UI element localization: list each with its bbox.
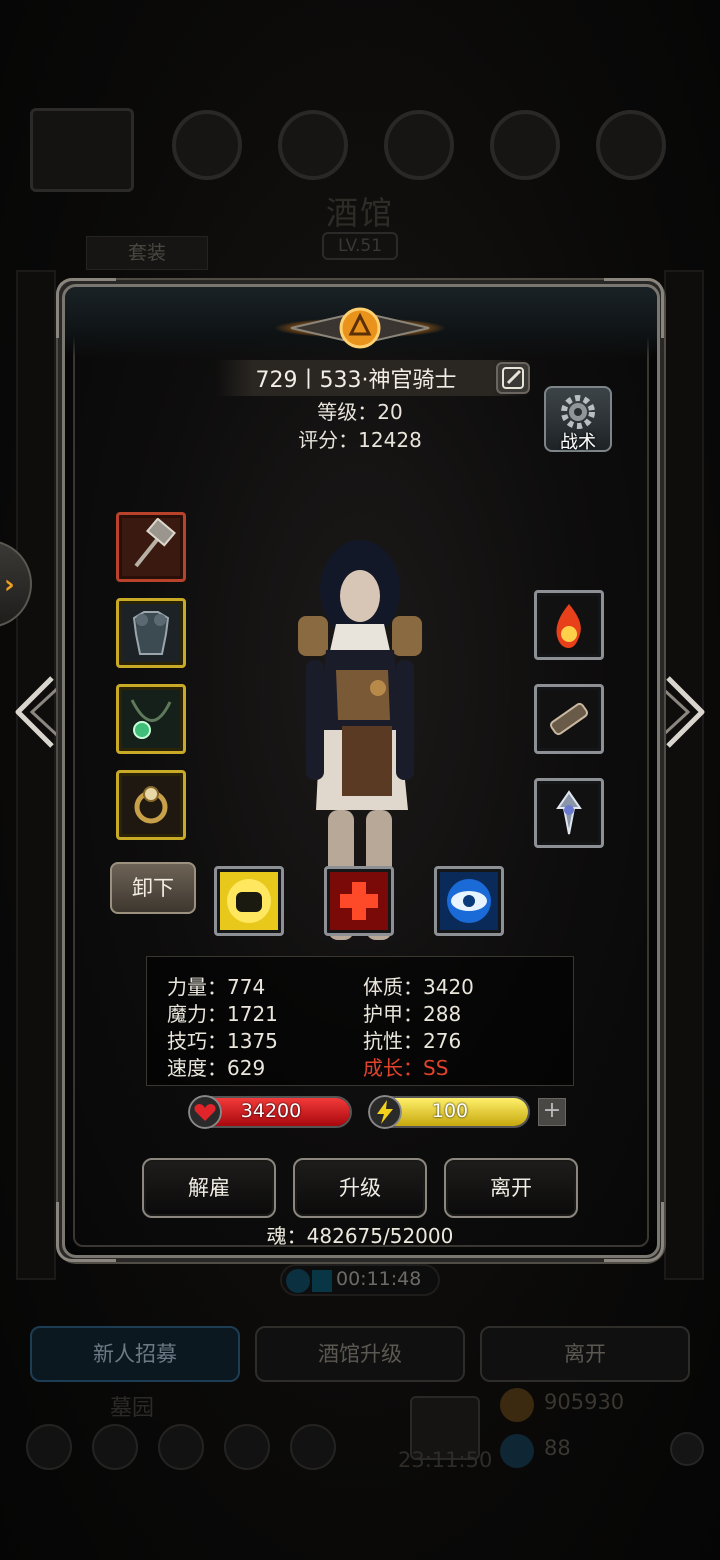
trinket-slot-1[interactable] — [534, 590, 604, 660]
bg-level-badge: LV.51 — [322, 232, 398, 260]
bg-plus-icon — [670, 1432, 704, 1466]
timer-progress — [312, 1270, 332, 1292]
heart-icon — [188, 1095, 222, 1129]
bg-menu-icon-2 — [92, 1424, 138, 1470]
bg-menu-icon-1 — [26, 1424, 72, 1470]
heal-cross-skill-icon — [330, 872, 388, 930]
bg-graveyard-label: 墓园 — [110, 1396, 155, 1421]
bg-title: 酒馆 — [325, 194, 394, 232]
stats-panel: 力量：774 魔力：1721 技巧：1375 速度：629 体质：3420 护甲… — [146, 956, 574, 1086]
tactics-label: 战术 — [560, 432, 596, 453]
leave-button[interactable]: 离开 — [444, 1158, 578, 1218]
fist-skill-icon — [220, 872, 278, 930]
chevron-right-icon: › — [4, 570, 15, 600]
weapon-slot[interactable] — [116, 512, 186, 582]
hero-name: 729丨533·神官骑士 — [255, 368, 457, 393]
bg-leave-button: 离开 — [480, 1326, 690, 1382]
eye-skill-icon — [440, 872, 498, 930]
fire-orb-icon — [540, 596, 598, 654]
bg-orb-2 — [278, 110, 348, 180]
bg-gold-amount: 905930 — [544, 1390, 625, 1414]
unequip-button[interactable]: 卸下 — [110, 862, 196, 914]
bg-orb-3 — [384, 110, 454, 180]
stat-resistance: 抗性：276 — [363, 1029, 462, 1053]
bg-gem-amount: 88 — [544, 1436, 571, 1460]
ring-icon — [122, 776, 180, 834]
lightning-icon — [368, 1095, 402, 1129]
hero-level: 等级：20 — [317, 400, 403, 424]
next-hero-arrow[interactable] — [660, 672, 712, 752]
bg-menu-icon-4 — [224, 1424, 270, 1470]
stat-strength: 力量：774 — [167, 975, 266, 999]
bg-menu-icon-5 — [290, 1424, 336, 1470]
bg-timer-text: 00:11:48 — [336, 1268, 422, 1290]
bg-set-tab: 套装 — [86, 236, 208, 270]
hero-name-bar: 729丨533·神官骑士 — [216, 360, 530, 396]
necklace-slot[interactable] — [116, 684, 186, 754]
bg-menu-icon-3 — [158, 1424, 204, 1470]
armor-icon — [122, 604, 180, 662]
skill-slot-1[interactable] — [214, 866, 284, 936]
crest-emblem-icon — [274, 307, 446, 349]
ring-slot[interactable] — [116, 770, 186, 840]
stat-skill: 技巧：1375 — [167, 1029, 278, 1053]
soul-requirement: 魂：482675/52000 — [266, 1224, 454, 1248]
bg-orb-5 — [596, 110, 666, 180]
pencil-icon — [502, 367, 524, 389]
gear-icon — [561, 395, 595, 429]
add-energy-button[interactable]: + — [538, 1098, 566, 1126]
stat-constitution: 体质：3420 — [363, 975, 474, 999]
necklace-icon — [122, 690, 180, 748]
stat-growth: 成长：SS — [363, 1056, 449, 1080]
hero-score: 评分：12428 — [298, 428, 422, 452]
upgrade-button[interactable]: 升级 — [293, 1158, 427, 1218]
frame-corner — [604, 278, 664, 338]
bg-timer: 00:11:48 — [280, 1264, 440, 1296]
bg-recruit-button: 新人招募 — [30, 1326, 240, 1382]
bg-gift-timer: 23:11:50 — [398, 1448, 493, 1472]
gem-icon — [500, 1434, 534, 1468]
gold-coin-icon — [500, 1388, 534, 1422]
trinket-slot-3[interactable] — [534, 778, 604, 848]
tactics-button[interactable]: 战术 — [544, 386, 612, 453]
emblem-icon — [540, 784, 598, 842]
previous-hero-arrow[interactable] — [8, 672, 60, 752]
skill-slot-3[interactable] — [434, 866, 504, 936]
bg-portrait — [30, 108, 134, 192]
trinket-slot-2[interactable] — [534, 684, 604, 754]
clock-icon — [286, 1269, 310, 1293]
bracer-icon — [540, 690, 598, 748]
stat-magic: 魔力：1721 — [167, 1002, 278, 1026]
armor-slot[interactable] — [116, 598, 186, 668]
dismiss-button[interactable]: 解雇 — [142, 1158, 276, 1218]
rename-button[interactable] — [496, 362, 530, 394]
stat-speed: 速度：629 — [167, 1056, 266, 1080]
bg-tavern-upgrade-button: 酒馆升级 — [255, 1326, 465, 1382]
bg-orb-1 — [172, 110, 242, 180]
warhammer-icon — [122, 517, 180, 576]
skill-slot-2[interactable] — [324, 866, 394, 936]
stat-armor: 护甲：288 — [363, 1002, 462, 1026]
bg-orb-4 — [490, 110, 560, 180]
frame-corner — [56, 278, 116, 338]
